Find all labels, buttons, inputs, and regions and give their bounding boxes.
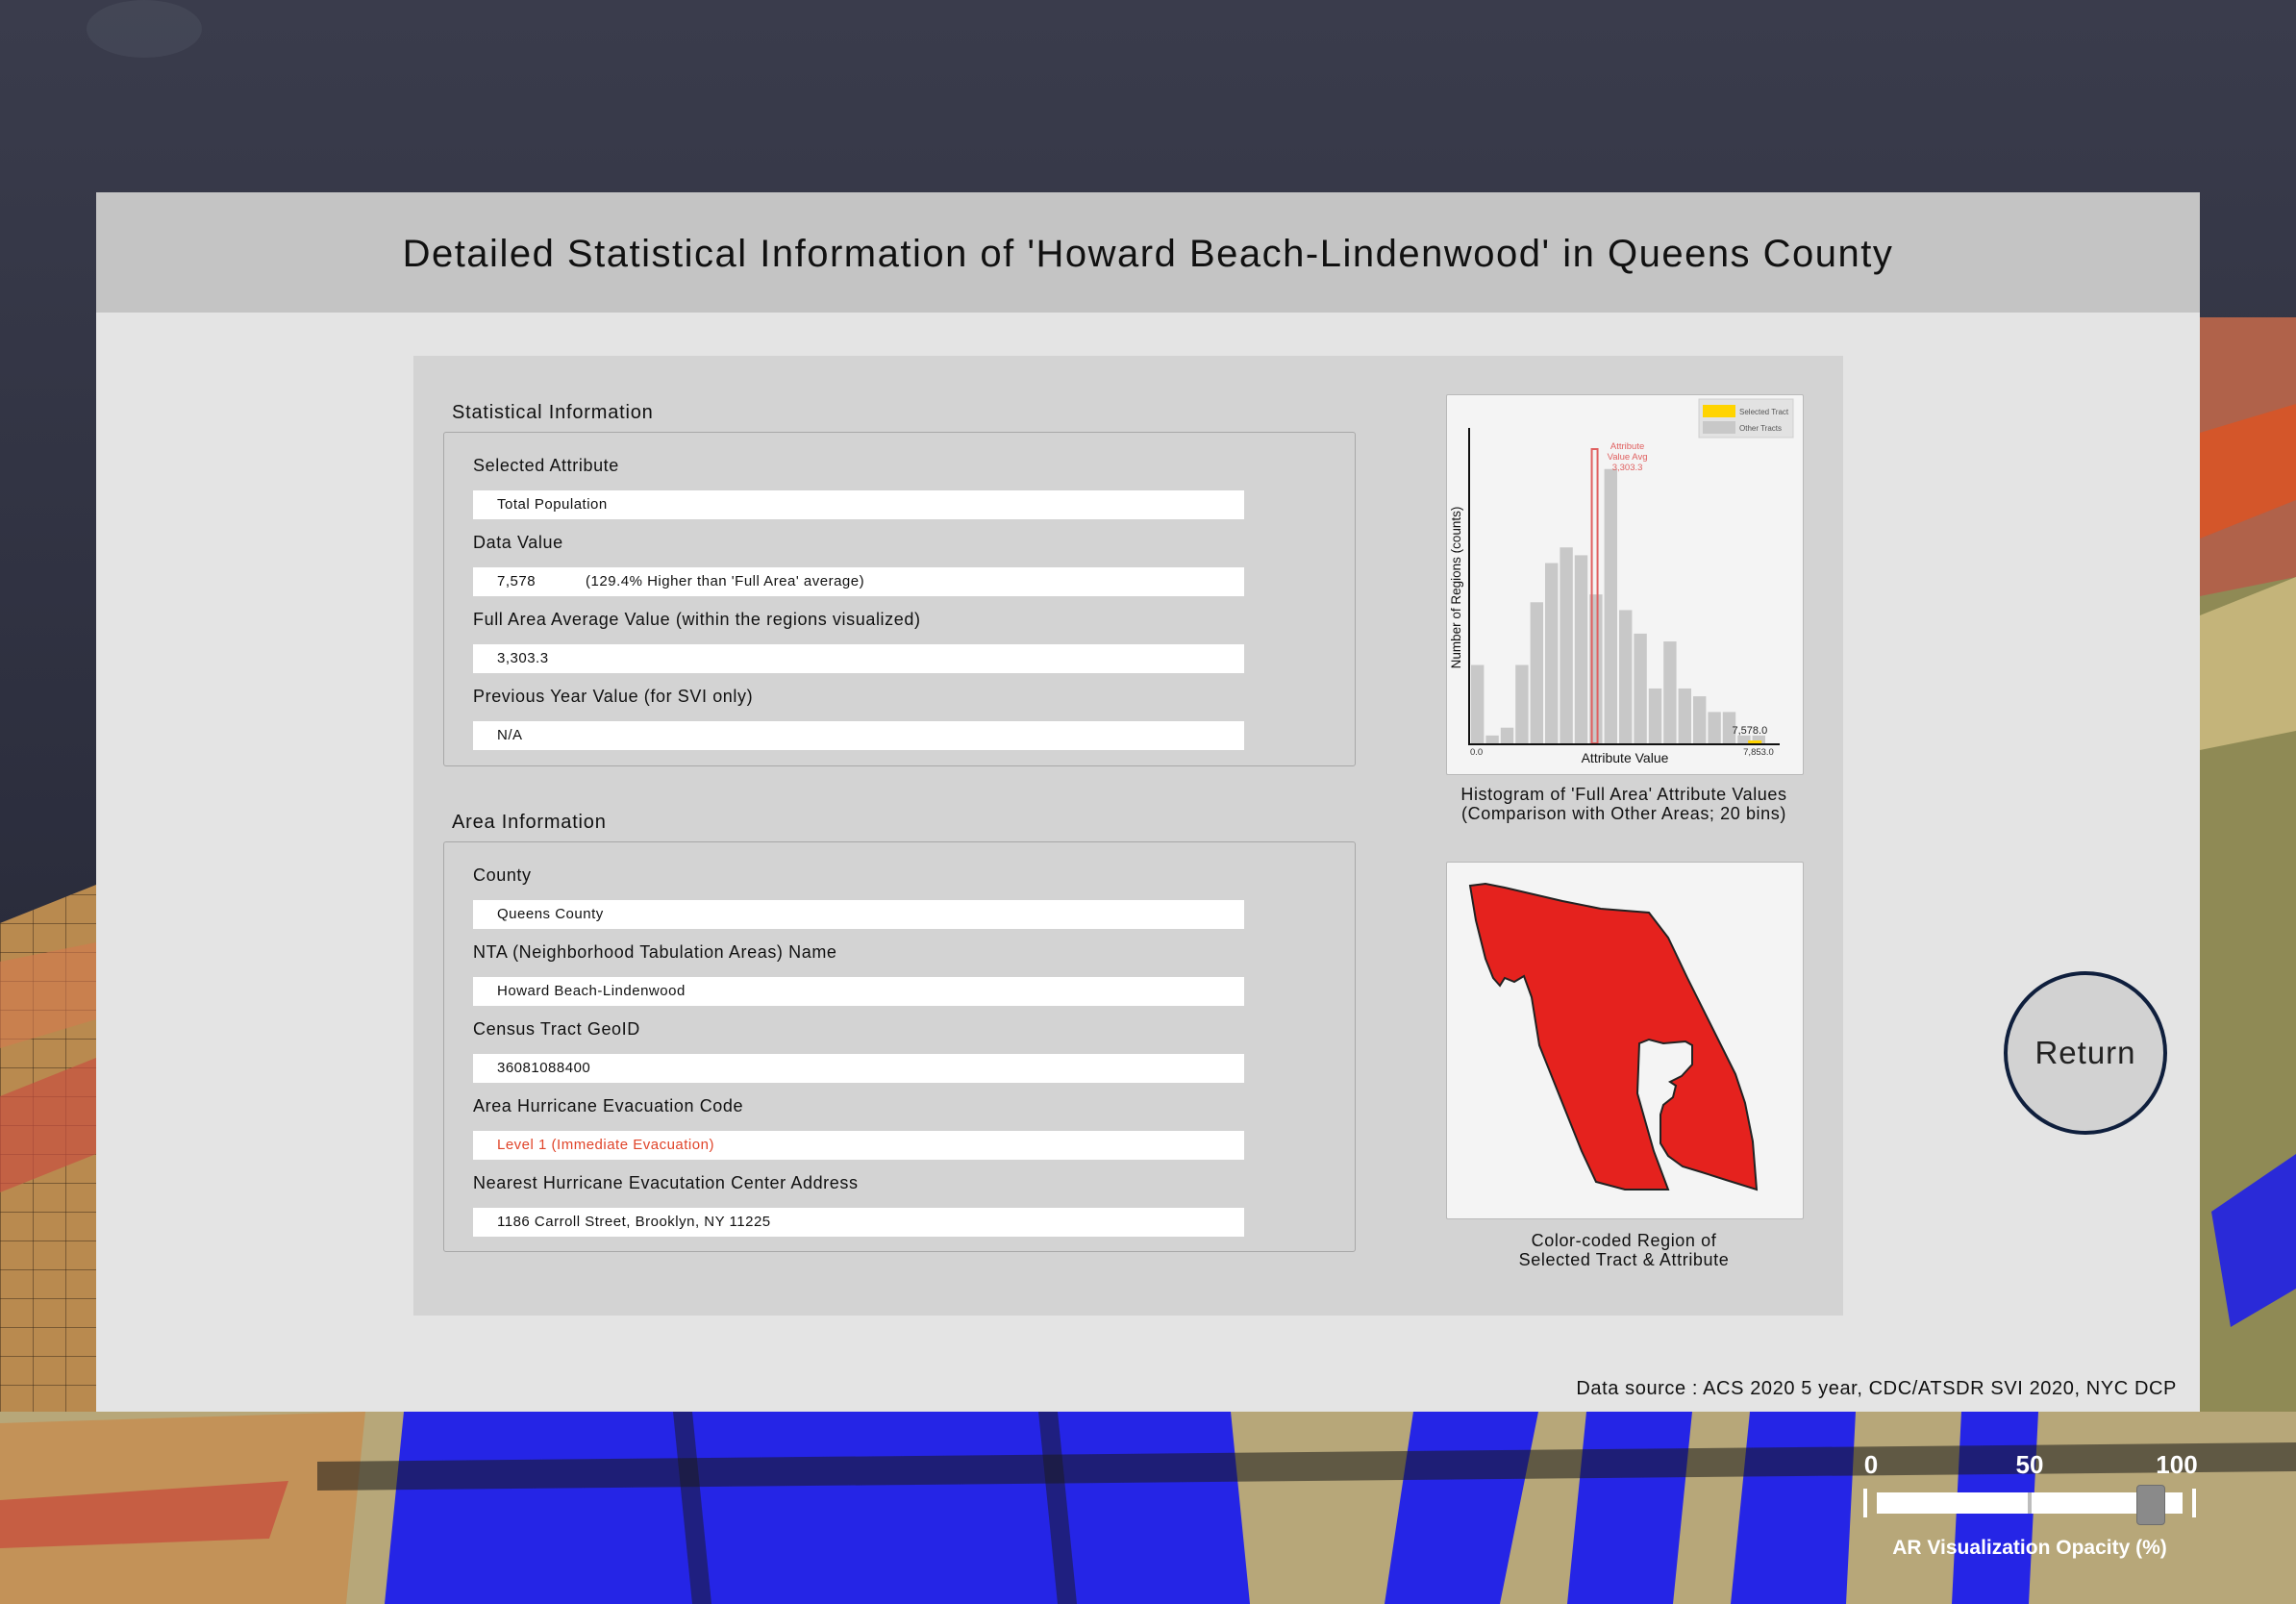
- slider-label: AR Visualization Opacity (%): [1892, 1537, 2167, 1559]
- geoid-label: Census Tract GeoID: [473, 1019, 640, 1039]
- histogram-card: 7,578.0 Attribute Value Avg 3,303.3 0.0 7,853…: [1446, 394, 1804, 775]
- nta-name-label: NTA (Neighborhood Tabulation Areas) Name: [473, 942, 837, 962]
- panel-header: Detailed Statistical Information of 'How…: [96, 192, 2200, 313]
- data-source: Data source : ACS 2020 5 year, CDC/ATSDR…: [1576, 1378, 2177, 1399]
- x-tick-max: 7,853.0: [1743, 747, 1774, 758]
- histogram-chart: 7,578.0 AttributeValue Avg3,303.3 0.0 7,853…: [1449, 398, 1794, 765]
- histogram-caption-line-1: Histogram of 'Full Area' Attribute Value…: [1460, 785, 1787, 804]
- full-area-average-field: 3,303.3: [473, 644, 1244, 673]
- evac-center-label: Nearest Hurricane Evacutation Center Add…: [473, 1173, 859, 1192]
- selected-tract-marker: [1748, 740, 1762, 743]
- evac-code-label: Area Hurricane Evacuation Code: [473, 1096, 744, 1115]
- legend-label: Other Tracts: [1739, 424, 1782, 433]
- return-button[interactable]: Return: [2004, 971, 2167, 1135]
- nta-name-field: Howard Beach-Lindenwood: [473, 977, 1244, 1006]
- evac-center-field: 1186 Carroll Street, Brooklyn, NY 11225: [473, 1208, 1244, 1237]
- histogram-bar: [1678, 688, 1691, 743]
- histogram-bar: [1545, 563, 1559, 743]
- geoid-field: 36081088400: [473, 1054, 1244, 1083]
- slider-thumb[interactable]: [2135, 1485, 2165, 1525]
- content-area: Statistical Information Selected Attribu…: [413, 356, 1843, 1316]
- histogram-bar: [1485, 735, 1499, 743]
- area-section-title: Area Information: [452, 812, 607, 833]
- area-group: County Queens County NTA (Neighborhood T…: [443, 841, 1356, 1252]
- data-value-label: Data Value: [473, 533, 563, 552]
- map-caption-line-1: Color-coded Region of: [1531, 1231, 1717, 1250]
- average-label-line: Value Avg: [1608, 452, 1648, 463]
- y-axis-label: Number of Regions (counts): [1449, 507, 1463, 669]
- panel-title: Detailed Statistical Information of 'How…: [402, 232, 1894, 275]
- slider-tick-mid: 50: [2015, 1450, 2044, 1479]
- histogram-bar: [1634, 633, 1647, 743]
- full-area-average-label: Full Area Average Value (within the regi…: [473, 610, 921, 629]
- histogram-bar: [1500, 727, 1514, 743]
- histogram-bar: [1530, 602, 1543, 743]
- histogram-caption-line-2: (Comparison with Other Areas; 20 bins): [1461, 804, 1786, 823]
- map-caption-line-2: Selected Tract & Attribute: [1518, 1250, 1730, 1269]
- selected-value-label: 7,578.0: [1733, 725, 1768, 737]
- x-tick-min: 0.0: [1470, 747, 1483, 758]
- county-label: County: [473, 865, 532, 885]
- histogram-bar: [1708, 712, 1721, 743]
- slider-tick-min: 0: [1863, 1450, 1879, 1479]
- histogram-bar: [1604, 468, 1617, 743]
- histogram-bar: [1648, 688, 1662, 743]
- histogram-bar: [1574, 555, 1588, 743]
- legend-swatch: [1703, 421, 1735, 434]
- legend-label: Selected Tract: [1739, 408, 1789, 416]
- legend-swatch: [1703, 405, 1735, 417]
- slider-mark-mid: [2028, 1492, 2032, 1514]
- x-axis-label: Attribute Value: [1582, 750, 1669, 765]
- slider-tick-max: 100: [2156, 1450, 2198, 1479]
- tract-region-map: [1468, 882, 1759, 1191]
- average-label-line: 3,303.3: [1612, 463, 1643, 473]
- data-value-comparison: (129.4% Higher than 'Full Area' average): [586, 573, 865, 589]
- histogram-bar: [1560, 547, 1573, 743]
- evac-code-field: Level 1 (Immediate Evacuation): [473, 1131, 1244, 1160]
- histogram-bar: [1663, 641, 1677, 743]
- selected-tract-shape: [1468, 882, 1759, 1191]
- statistical-group: Selected Attribute Total Population Data…: [443, 432, 1356, 766]
- map-caption: Color-coded Region of Selected Tract & A…: [1408, 1231, 1840, 1269]
- detail-panel: Detailed Statistical Information of 'How…: [96, 192, 2200, 1412]
- histogram-bar: [1693, 696, 1707, 743]
- selected-attribute-field: Total Population: [473, 490, 1244, 519]
- histogram-caption: Histogram of 'Full Area' Attribute Value…: [1408, 785, 1840, 823]
- average-label-line: Attribute: [1610, 441, 1644, 452]
- map-card: [1446, 862, 1804, 1219]
- county-field: Queens County: [473, 900, 1244, 929]
- previous-year-field: N/A: [473, 721, 1244, 750]
- data-value-field: 7,578 (129.4% Higher than 'Full Area' ave…: [473, 567, 1244, 596]
- statistical-section-title: Statistical Information: [452, 402, 654, 423]
- opacity-slider[interactable]: 0 50 100 AR Visualization Opacity (%): [1863, 1450, 2198, 1566]
- histogram-bar: [1515, 664, 1529, 743]
- selected-attribute-label: Selected Attribute: [473, 456, 619, 475]
- data-value: 7,578: [497, 573, 537, 589]
- histogram-bar: [1471, 664, 1485, 743]
- histogram-bar: [1619, 610, 1633, 743]
- previous-year-label: Previous Year Value (for SVI only): [473, 687, 754, 706]
- slider-mark-min: [1863, 1489, 1867, 1517]
- slider-mark-max: [2192, 1489, 2196, 1517]
